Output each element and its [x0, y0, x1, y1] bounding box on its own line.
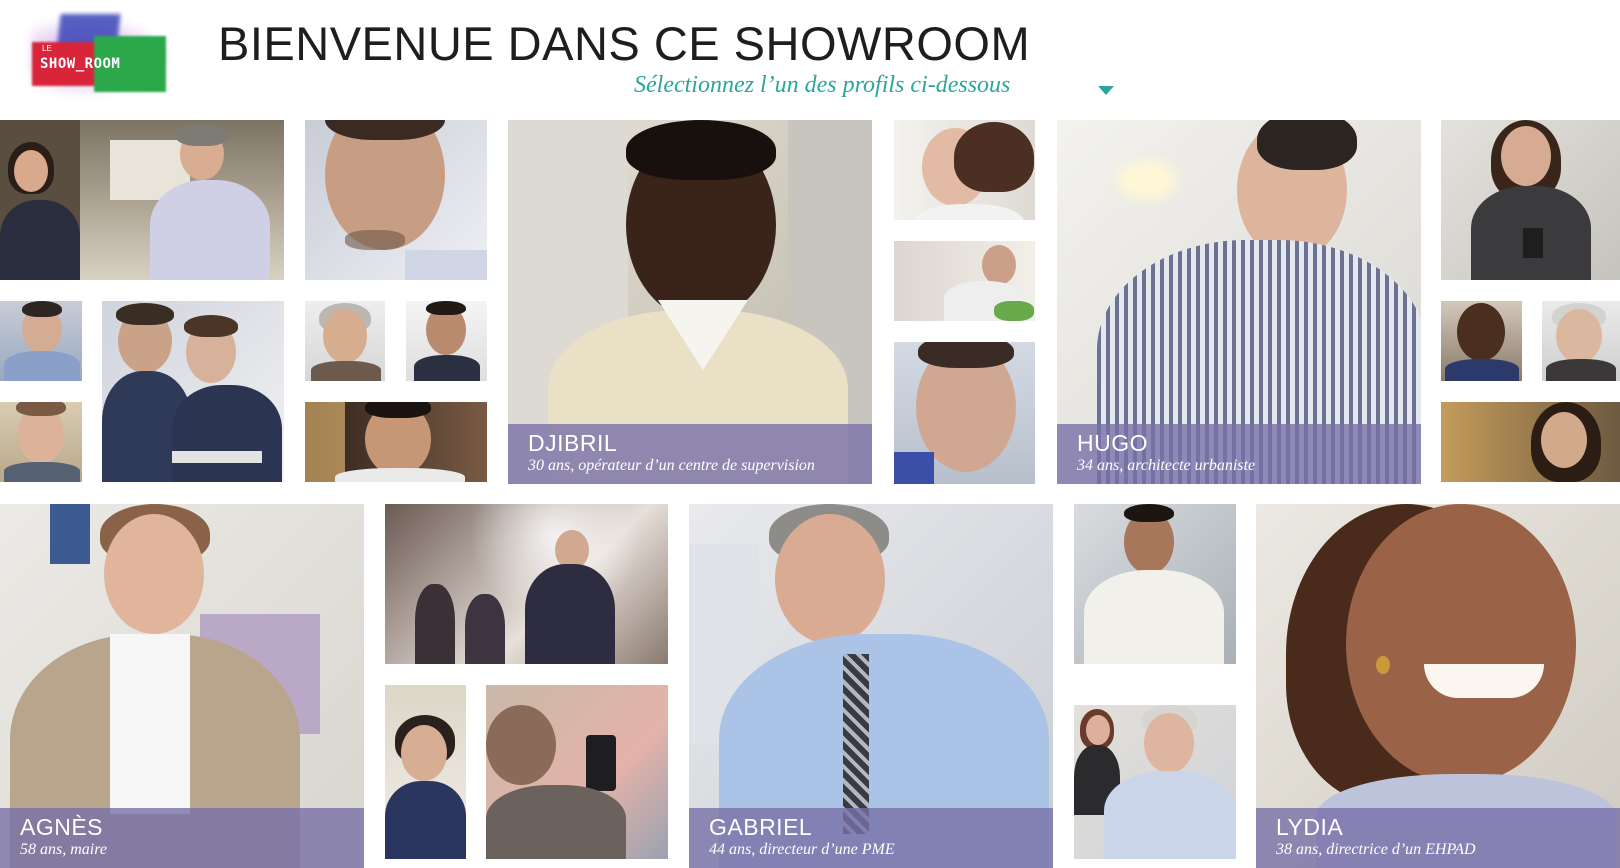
photo-office-meeting[interactable]: [0, 120, 284, 280]
photo-woman-smiling[interactable]: [0, 402, 82, 482]
photo-woman-scarf[interactable]: [385, 685, 466, 859]
photo-man-white-shirt[interactable]: [1074, 504, 1236, 664]
photo-man-closeup[interactable]: [305, 120, 487, 280]
profile-description: 44 ans, directeur d’une PME: [709, 841, 895, 858]
photo-man-stubble[interactable]: [894, 342, 1035, 484]
profile-description: 30 ans, opérateur d’un centre de supervi…: [528, 457, 815, 474]
profile-gabriel-caption: GABRIEL 44 ans, directeur d’une PME: [689, 808, 1053, 868]
profile-description: 34 ans, architecte urbaniste: [1077, 457, 1256, 474]
photo-woman-phone[interactable]: [1441, 120, 1620, 280]
profile-agnes-caption: AGNÈS 58 ans, maire: [0, 808, 364, 868]
logo-small-text: LE: [42, 44, 52, 53]
logo-text: SHOW_ROOM: [40, 56, 121, 72]
photo-man-phone-camera[interactable]: [486, 685, 668, 859]
profile-hugo-caption: HUGO 34 ans, architecte urbaniste: [1057, 424, 1421, 484]
photo-man-plant[interactable]: [894, 241, 1035, 321]
photo-senior-woman-2[interactable]: [1542, 301, 1620, 381]
photo-man-glasses-dark[interactable]: [1441, 301, 1522, 381]
profile-gabriel[interactable]: GABRIEL 44 ans, directeur d’une PME: [689, 504, 1053, 868]
photo-senior-woman[interactable]: [305, 301, 385, 381]
photo-senior-man-office[interactable]: [1074, 705, 1236, 859]
profile-name: DJIBRIL: [528, 430, 618, 456]
chevron-down-icon[interactable]: [1098, 86, 1114, 95]
profile-djibril[interactable]: DJIBRIL 30 ans, opérateur d’un centre de…: [508, 120, 872, 484]
profile-description: 38 ans, directrice d’un EHPAD: [1276, 841, 1476, 858]
photo-business-tablet[interactable]: [102, 301, 284, 482]
profile-description: 58 ans, maire: [20, 841, 107, 858]
showroom-logo: LE SHOW_ROOM: [30, 14, 170, 98]
profile-lydia[interactable]: LYDIA 38 ans, directrice d’un EHPAD: [1256, 504, 1620, 868]
photo-woman-profile[interactable]: [894, 120, 1035, 220]
profile-name: HUGO: [1077, 430, 1148, 456]
profile-name: GABRIEL: [709, 814, 813, 840]
profile-name: AGNÈS: [20, 814, 104, 840]
profile-hugo[interactable]: HUGO 34 ans, architecte urbaniste: [1057, 120, 1421, 484]
photo-street-crowd[interactable]: [385, 504, 668, 664]
page-title: BIENVENUE DANS CE SHOWROOM: [218, 17, 1031, 70]
photo-young-man-smiling[interactable]: [0, 301, 82, 381]
profile-name: LYDIA: [1276, 814, 1344, 840]
photo-woman-cafe[interactable]: [1441, 402, 1620, 482]
profile-agnes[interactable]: AGNÈS 58 ans, maire: [0, 504, 364, 868]
page-subtitle: Sélectionnez l’un des profils ci-dessous: [634, 72, 1011, 98]
photo-young-man-suit[interactable]: [406, 301, 487, 381]
photo-man-glasses[interactable]: [305, 402, 487, 482]
profile-djibril-caption: DJIBRIL 30 ans, opérateur d’un centre de…: [508, 424, 872, 484]
profile-lydia-caption: LYDIA 38 ans, directrice d’un EHPAD: [1256, 808, 1620, 868]
